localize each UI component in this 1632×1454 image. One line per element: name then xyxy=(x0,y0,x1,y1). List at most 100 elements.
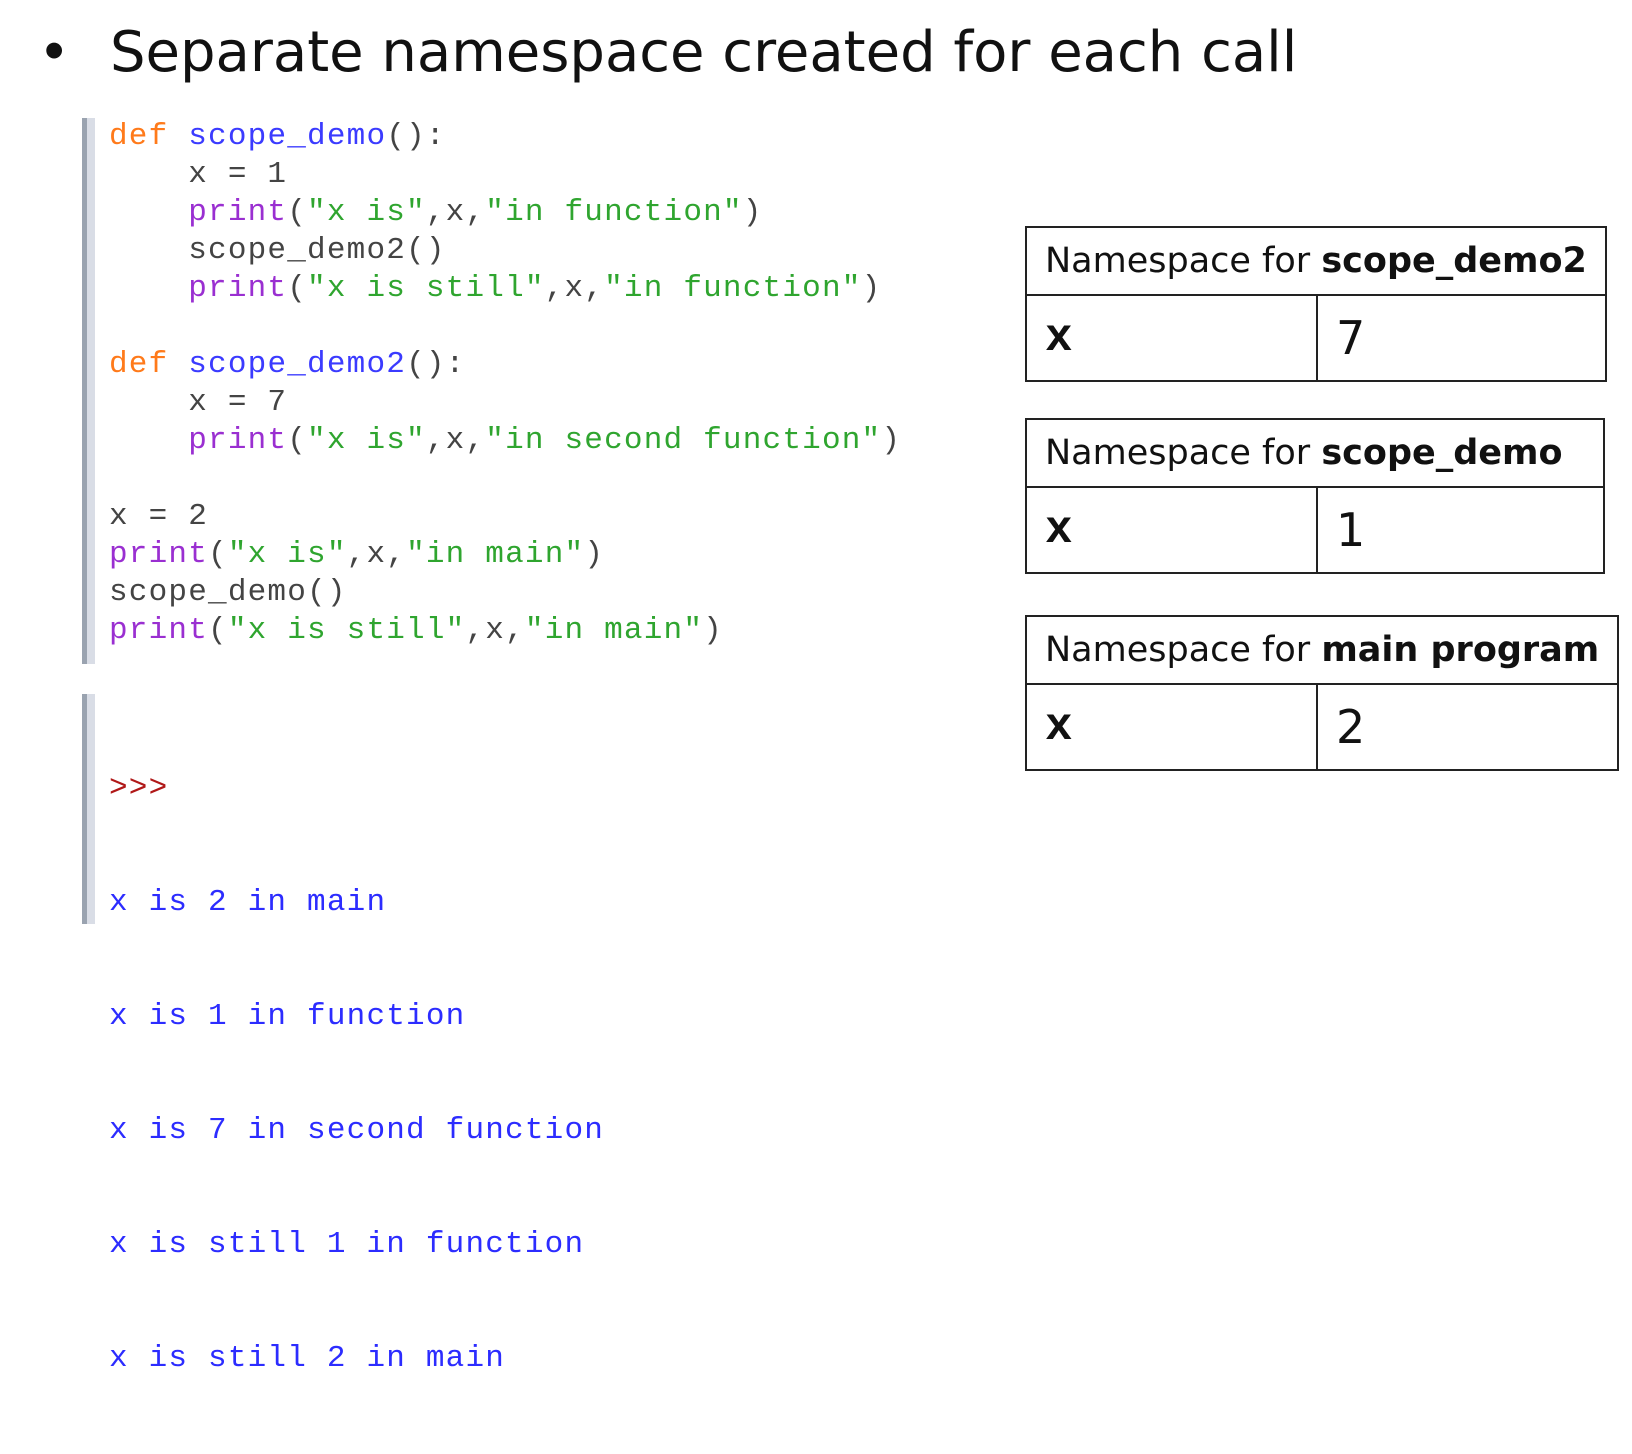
namespace-title-name: main program xyxy=(1321,630,1600,670)
code-token: "x is still" xyxy=(227,613,466,648)
code-token: "in second function" xyxy=(485,423,882,458)
code-line: x = 2 xyxy=(109,498,901,536)
namespace-variable-value: 2 xyxy=(1315,683,1620,771)
output-line: x is 2 in main xyxy=(109,884,604,922)
code-token: scope_demo2() xyxy=(109,233,446,268)
namespace-variable-row: x 2 xyxy=(1025,683,1620,771)
code-listing: def scope_demo(): x = 1 print("x is",x,"… xyxy=(109,118,901,650)
namespace-title-prefix: Namespace for xyxy=(1045,433,1322,473)
code-token: print xyxy=(188,271,288,306)
code-line: print("x is still",x,"in main") xyxy=(109,612,901,650)
namespace-title: Namespace for main program xyxy=(1024,615,1620,685)
output-line-text: x is 2 in main xyxy=(109,885,387,920)
code-line: scope_demo2() xyxy=(109,232,901,270)
namespace-table-scope-demo2: Namespace for scope_demo2 x 7 xyxy=(1025,226,1607,382)
code-token: "in main" xyxy=(406,537,585,572)
code-token: "in function" xyxy=(485,195,743,230)
code-token: ( xyxy=(287,271,308,306)
code-token: print xyxy=(109,613,209,648)
shell-output-panel: >>> x is 2 in main x is 1 in function x … xyxy=(82,694,967,1376)
output-line-text: x is still 1 in function xyxy=(109,1227,585,1262)
code-line: print("x is",x,"in main") xyxy=(109,536,901,574)
output-line-text: x is 7 in second function xyxy=(109,1113,605,1148)
code-token: ,x, xyxy=(425,423,486,458)
bullet-point: • xyxy=(44,18,65,83)
code-token: ) xyxy=(861,271,882,306)
output-line-text: x is 1 in function xyxy=(109,999,466,1034)
code-token: ( xyxy=(208,537,228,572)
namespace-variable-name: x xyxy=(1025,683,1318,771)
code-token: x = 2 xyxy=(109,499,209,534)
namespace-header-row: Namespace for main program xyxy=(1024,615,1620,685)
code-token: x = 1 xyxy=(109,157,288,192)
code-token: ) xyxy=(584,537,605,572)
code-token: ( xyxy=(208,613,228,648)
code-token: "x is" xyxy=(307,423,426,458)
code-token: print xyxy=(109,537,209,572)
namespace-header-row: Namespace for scope_demo2 xyxy=(1025,226,1607,296)
namespace-title-prefix: Namespace for xyxy=(1045,630,1322,670)
namespace-title: Namespace for scope_demo2 xyxy=(1025,226,1607,296)
code-token: ,x, xyxy=(465,613,525,648)
code-line: print("x is",x,"in second function") xyxy=(109,422,901,460)
code-token: ,x, xyxy=(346,537,407,572)
code-line: def scope_demo(): xyxy=(109,118,901,156)
output-line: x is still 2 in main xyxy=(109,1340,604,1378)
namespace-title: Namespace for scope_demo xyxy=(1025,418,1605,488)
slide-heading: Separate namespace created for each call xyxy=(110,20,1298,85)
code-token: "in main" xyxy=(524,613,704,648)
code-token: def xyxy=(109,119,169,154)
shell-prompt: >>> xyxy=(109,770,604,808)
code-token: ,x, xyxy=(544,271,605,306)
code-token: "x is" xyxy=(227,537,347,572)
namespace-variable-name: x xyxy=(1025,486,1318,574)
code-line: print("x is still",x,"in function") xyxy=(109,270,901,308)
code-token: ) xyxy=(742,195,763,230)
namespace-variable-value: 7 xyxy=(1316,294,1607,382)
code-line: x = 7 xyxy=(109,384,901,422)
code-token: def xyxy=(109,347,169,382)
code-token: scope_demo xyxy=(188,119,387,154)
namespace-table-scope-demo: Namespace for scope_demo x 1 xyxy=(1025,418,1605,574)
code-line: scope_demo() xyxy=(109,574,901,612)
namespace-table-main-program: Namespace for main program x 2 xyxy=(1024,615,1620,771)
code-token: ( xyxy=(287,423,308,458)
code-token: scope_demo() xyxy=(109,575,347,610)
code-line: x = 1 xyxy=(109,156,901,194)
code-token: scope_demo2 xyxy=(188,347,407,382)
code-line: def scope_demo2(): xyxy=(109,346,901,384)
namespace-title-prefix: Namespace for xyxy=(1045,241,1322,281)
code-token: print xyxy=(188,423,288,458)
code-line: print("x is",x,"in function") xyxy=(109,194,901,232)
code-editor-panel: def scope_demo(): x = 1 print("x is",x,"… xyxy=(82,118,967,664)
shell-prompt-text: >>> xyxy=(109,771,169,806)
namespace-variable-row: x 1 xyxy=(1025,486,1605,574)
namespace-variable-value: 1 xyxy=(1316,486,1605,574)
output-line: x is 1 in function xyxy=(109,998,604,1036)
code-token: (): xyxy=(386,119,446,154)
namespace-title-name: scope_demo2 xyxy=(1321,241,1587,281)
namespace-title-name: scope_demo xyxy=(1321,433,1563,473)
shell-output-listing: >>> x is 2 in main x is 1 in function x … xyxy=(109,694,604,1454)
code-token: x = 7 xyxy=(109,385,288,420)
code-token: "x is" xyxy=(307,195,426,230)
code-token: ,x, xyxy=(425,195,486,230)
output-line: x is still 1 in function xyxy=(109,1226,604,1264)
output-line: x is 7 in second function xyxy=(109,1112,604,1150)
code-token: "x is still" xyxy=(307,271,545,306)
output-line-text: x is still 2 in main xyxy=(109,1341,506,1376)
code-token: ) xyxy=(881,423,902,458)
code-token: ) xyxy=(703,613,723,648)
namespace-variable-name: x xyxy=(1025,294,1318,382)
namespace-variable-row: x 7 xyxy=(1025,294,1607,382)
code-token: print xyxy=(188,195,288,230)
namespace-header-row: Namespace for scope_demo xyxy=(1025,418,1605,488)
code-token: ( xyxy=(287,195,308,230)
